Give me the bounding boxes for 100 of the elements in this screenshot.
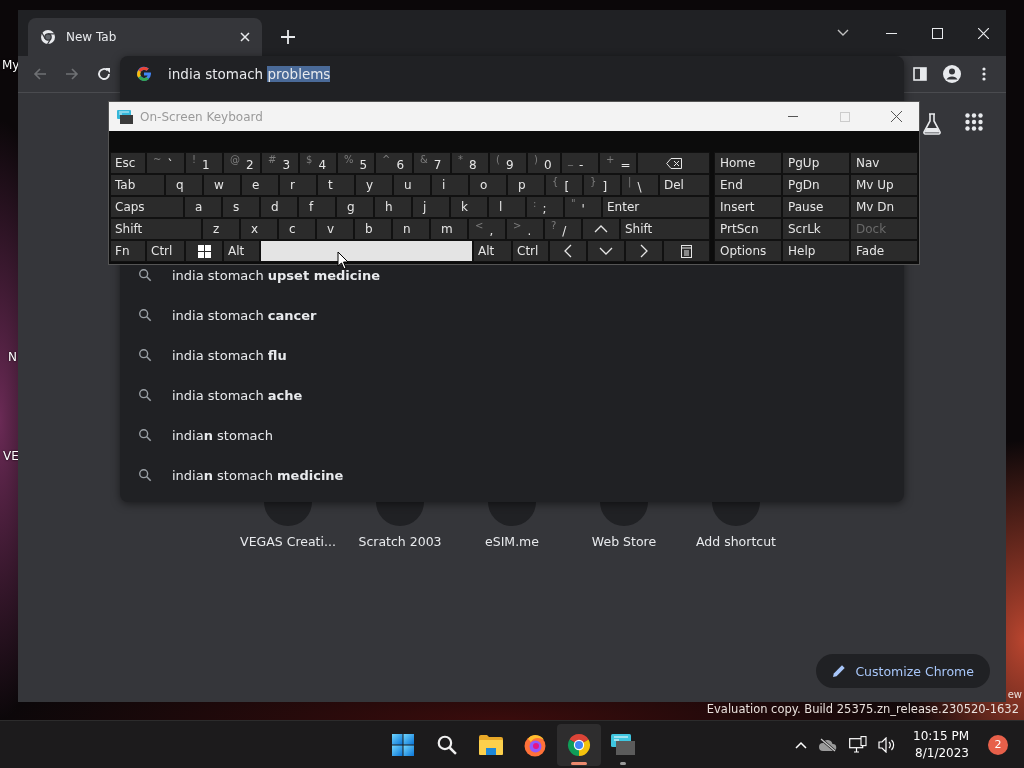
keyboard-key[interactable]: e (241, 174, 279, 196)
shortcut-label[interactable]: Scratch 2003 (358, 534, 442, 549)
close-icon[interactable] (891, 111, 902, 122)
keyboard-key[interactable]: t (317, 174, 355, 196)
keyboard-key[interactable]: % 5 (337, 152, 375, 174)
shortcut-label[interactable]: Add shortcut (696, 534, 776, 549)
keyboard-key[interactable]: @ 2 (223, 152, 261, 174)
keyboard-key[interactable]: ScrLk (782, 218, 850, 240)
keyboard-key[interactable]: Options (714, 240, 782, 262)
browser-tab[interactable]: New Tab (28, 18, 262, 56)
keyboard-key[interactable]: Alt (223, 240, 260, 262)
keyboard-key[interactable]: b (354, 218, 392, 240)
keyboard-key[interactable]: | \ (621, 174, 659, 196)
keyboard-key[interactable]: c (278, 218, 316, 240)
forward-icon[interactable] (64, 66, 80, 82)
keyboard-key[interactable]: PrtScn (714, 218, 782, 240)
keyboard-key[interactable]: s (222, 196, 260, 218)
apps-grid-icon[interactable] (965, 113, 983, 131)
space-key[interactable] (260, 240, 473, 262)
keyboard-key[interactable]: o (469, 174, 507, 196)
keyboard-key[interactable]: Insert (714, 196, 782, 218)
keyboard-key[interactable] (185, 240, 223, 262)
keyboard-key[interactable]: " ' (564, 196, 602, 218)
suggestion-item[interactable]: india stomach cancer (120, 295, 904, 335)
keyboard-key[interactable]: < , (468, 218, 506, 240)
keyboard-key[interactable]: Esc (110, 152, 146, 174)
keyboard-key[interactable]: ? / (544, 218, 582, 240)
suggestion-item[interactable]: indian stomach medicine (120, 455, 904, 495)
keyboard-key[interactable]: Pause (782, 196, 850, 218)
keyboard-key[interactable]: $ 4 (299, 152, 337, 174)
shortcut-label[interactable]: Web Store (591, 534, 657, 549)
keyboard-key[interactable]: Ctrl (146, 240, 185, 262)
clock[interactable]: 10:15 PM 8/1/2023 (913, 727, 969, 762)
keyboard-key[interactable]: ^ 6 (375, 152, 413, 174)
keyboard-key[interactable]: m (430, 218, 468, 240)
keyboard-key[interactable]: _ - (561, 152, 599, 174)
profile-icon[interactable] (942, 64, 962, 84)
keyboard-key[interactable]: u (393, 174, 431, 196)
keyboard-key[interactable] (637, 152, 710, 174)
keyboard-key[interactable]: + = (599, 152, 637, 174)
chevron-up-icon[interactable] (795, 740, 807, 749)
keyboard-key[interactable]: # 3 (261, 152, 299, 174)
keyboard-key[interactable]: p (507, 174, 545, 196)
keyboard-key[interactable]: n (392, 218, 430, 240)
keyboard-key[interactable]: f (298, 196, 336, 218)
side-panel-icon[interactable] (913, 67, 927, 81)
keyboard-key[interactable]: Tab (110, 174, 165, 196)
keyboard-key[interactable]: j (412, 196, 450, 218)
keyboard-key[interactable]: k (450, 196, 488, 218)
taskbar-button[interactable] (557, 723, 601, 766)
keyboard-key[interactable]: z (202, 218, 240, 240)
keyboard-key[interactable]: x (240, 218, 278, 240)
keyboard-key[interactable]: ! 1 (185, 152, 223, 174)
keyboard-key[interactable]: d (260, 196, 298, 218)
new-tab-icon[interactable] (281, 30, 295, 44)
keyboard-key[interactable]: Caps (110, 196, 184, 218)
keyboard-key[interactable]: r (279, 174, 317, 196)
keyboard-key[interactable]: i (431, 174, 469, 196)
maximize-icon[interactable] (931, 27, 943, 39)
keyboard-key[interactable]: Del (659, 174, 710, 196)
keyboard-key[interactable]: a (184, 196, 222, 218)
chevron-down-icon[interactable] (837, 29, 849, 37)
keyboard-key[interactable]: y (355, 174, 393, 196)
keyboard-key[interactable]: Fade (850, 240, 918, 262)
suggestion-item[interactable]: india stomach flu (120, 335, 904, 375)
keyboard-key[interactable]: l (488, 196, 526, 218)
suggestion-item[interactable]: india stomach ache (120, 375, 904, 415)
keyboard-key[interactable]: Home (714, 152, 782, 174)
shortcut-label[interactable]: eSIM.me (485, 534, 539, 549)
keyboard-key[interactable]: Help (782, 240, 850, 262)
keyboard-key[interactable]: g (336, 196, 374, 218)
keyboard-key[interactable]: v (316, 218, 354, 240)
keyboard-key[interactable]: * 8 (451, 152, 489, 174)
shortcut-label[interactable]: VEGAS Creati... (240, 534, 336, 549)
keyboard-key[interactable]: } ] (583, 174, 621, 196)
keyboard-key[interactable]: : ; (526, 196, 564, 218)
back-icon[interactable] (32, 66, 48, 82)
keyboard-key[interactable]: > . (506, 218, 544, 240)
keyboard-key[interactable]: w (203, 174, 241, 196)
keyboard-key[interactable] (663, 240, 710, 262)
keyboard-key[interactable]: Nav (850, 152, 918, 174)
reload-icon[interactable] (96, 66, 112, 82)
keyboard-key[interactable]: Alt (473, 240, 512, 262)
keyboard-key[interactable]: Shift (110, 218, 202, 240)
network-icon[interactable] (849, 736, 867, 753)
keyboard-key[interactable]: ( 9 (489, 152, 527, 174)
keyboard-key[interactable]: Mv Dn (850, 196, 918, 218)
suggestion-item[interactable]: indian stomach (120, 415, 904, 455)
keyboard-key[interactable]: q (165, 174, 203, 196)
keyboard-key[interactable]: Mv Up (850, 174, 918, 196)
menu-icon[interactable] (982, 67, 986, 81)
keyboard-key[interactable]: Shift (620, 218, 710, 240)
keyboard-key[interactable]: Fn (110, 240, 146, 262)
keyboard-key[interactable]: End (714, 174, 782, 196)
keyboard-key[interactable]: ) 0 (527, 152, 561, 174)
customize-chrome-button[interactable]: Customize Chrome (816, 654, 990, 688)
keyboard-key[interactable]: & 7 (413, 152, 451, 174)
keyboard-key[interactable]: h (374, 196, 412, 218)
keyboard-key[interactable]: PgDn (782, 174, 850, 196)
volume-icon[interactable] (878, 736, 896, 753)
